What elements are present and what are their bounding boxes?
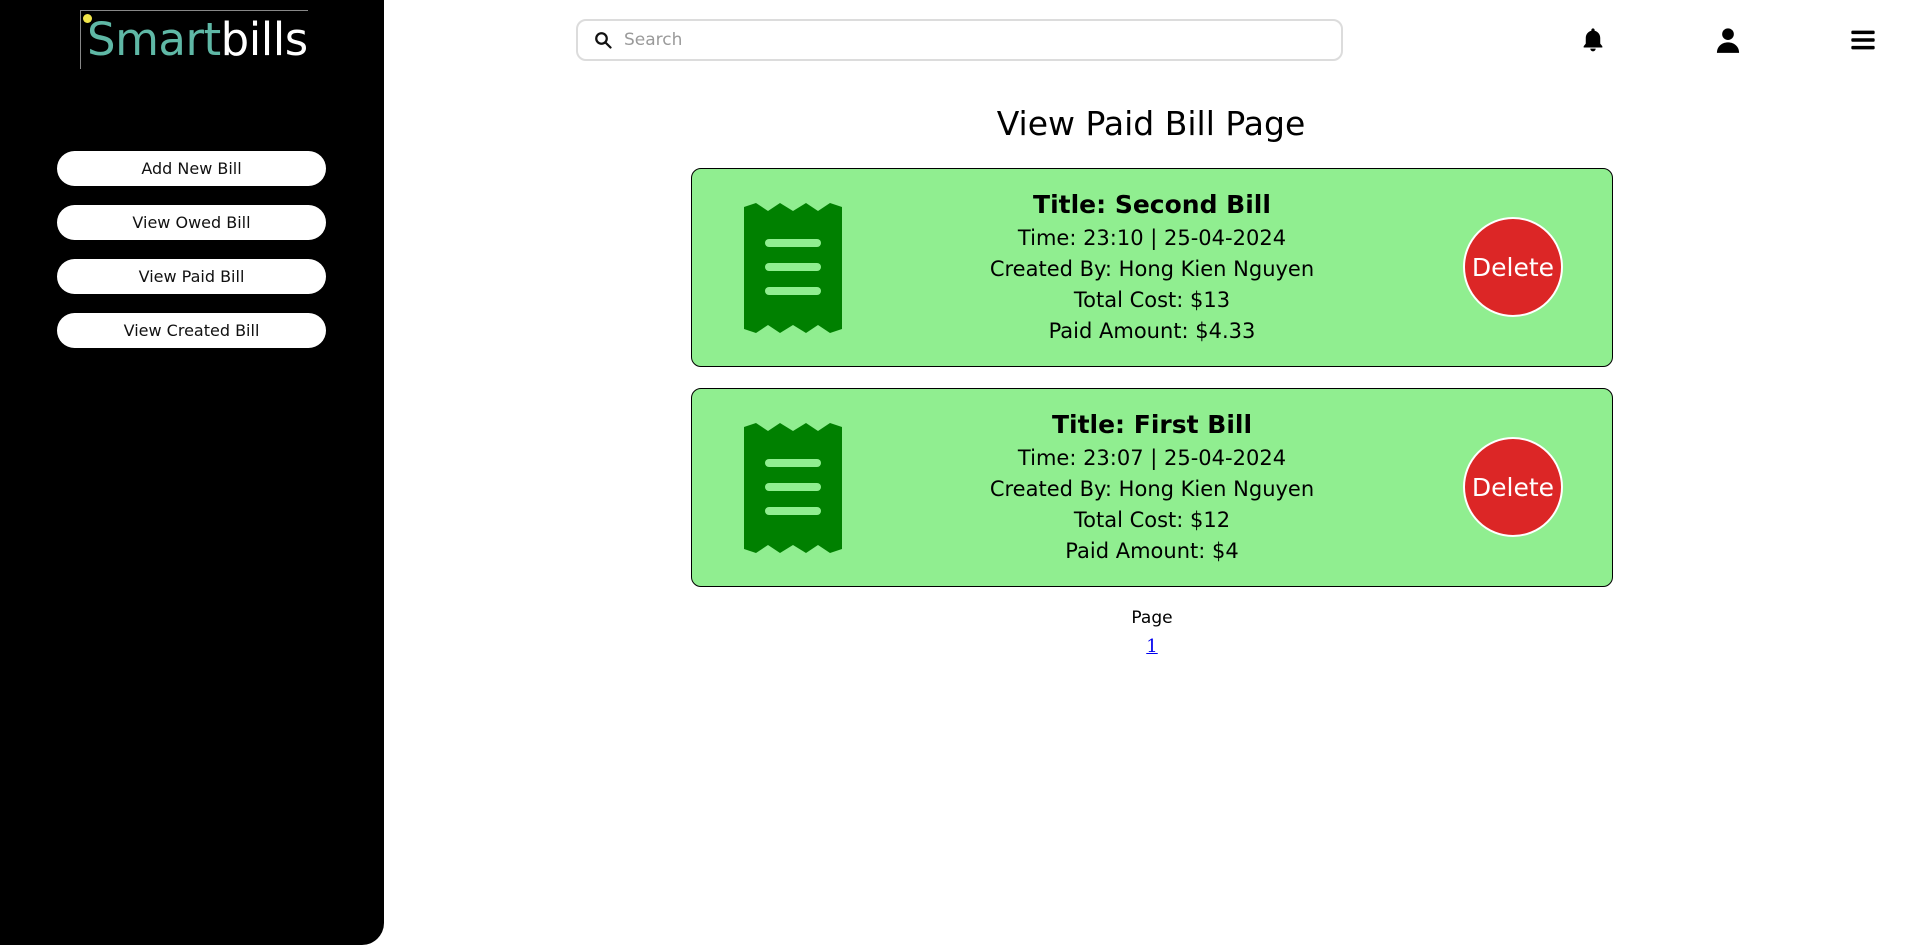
bill-title: Title: Second Bill xyxy=(1033,190,1271,219)
view-paid-bill-button[interactable]: View Paid Bill xyxy=(57,259,326,294)
bell-icon[interactable] xyxy=(1579,26,1607,54)
bill-paid-amount: Paid Amount: $4 xyxy=(1065,539,1239,563)
receipt-icon xyxy=(744,423,842,553)
view-created-bill-button[interactable]: View Created Bill xyxy=(57,313,326,348)
search-icon xyxy=(595,32,612,49)
bill-time: Time: 23:07 | 25-04-2024 xyxy=(1017,446,1287,470)
delete-button[interactable]: Delete xyxy=(1463,437,1563,537)
bill-title: Title: First Bill xyxy=(1051,410,1253,439)
brand-logo[interactable]: Smartbills xyxy=(80,10,308,69)
bill-total-cost: Total Cost: $13 xyxy=(1073,288,1231,312)
delete-button[interactable]: Delete xyxy=(1463,217,1563,317)
bill-created-by: Created By: Hong Kien Nguyen xyxy=(989,257,1315,281)
menu-icon[interactable] xyxy=(1849,26,1877,54)
bill-info: Title: Second Bill Time: 23:10 | 25-04-2… xyxy=(892,187,1412,347)
sidebar: Smartbills Add New Bill View Owed Bill V… xyxy=(0,0,384,945)
search-bar xyxy=(576,19,1343,61)
brand-name-part1: Smart xyxy=(87,13,221,66)
pagination-label: Page xyxy=(1131,608,1173,628)
view-owed-bill-button[interactable]: View Owed Bill xyxy=(57,205,326,240)
bill-paid-amount: Paid Amount: $4.33 xyxy=(1048,319,1256,343)
bill-total-cost: Total Cost: $12 xyxy=(1073,508,1231,532)
page-link-1[interactable]: 1 xyxy=(1146,636,1157,657)
brand-name-part2: bills xyxy=(220,13,309,66)
pagination: 1 xyxy=(691,636,1613,657)
receipt-icon xyxy=(744,203,842,333)
bill-time: Time: 23:10 | 25-04-2024 xyxy=(1017,226,1287,250)
add-new-bill-button[interactable]: Add New Bill xyxy=(57,151,326,186)
search-input[interactable] xyxy=(622,29,1341,51)
bill-created-by: Created By: Hong Kien Nguyen xyxy=(989,477,1315,501)
bill-info: Title: First Bill Time: 23:07 | 25-04-20… xyxy=(892,407,1412,567)
page-title: View Paid Bill Page xyxy=(996,104,1306,143)
bill-card: Title: Second Bill Time: 23:10 | 25-04-2… xyxy=(691,168,1613,367)
bill-card: Title: First Bill Time: 23:07 | 25-04-20… xyxy=(691,388,1613,587)
user-icon[interactable] xyxy=(1714,26,1742,54)
logo-dot xyxy=(83,14,92,23)
